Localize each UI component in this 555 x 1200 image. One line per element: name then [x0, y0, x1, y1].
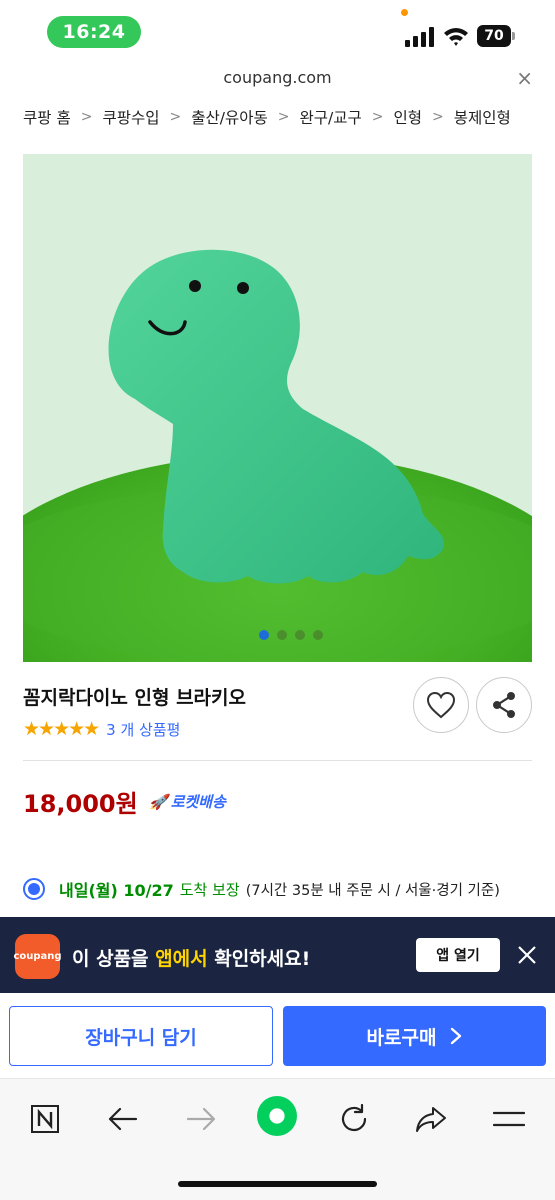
- arrow-right-icon: [186, 1107, 216, 1131]
- carousel-dot[interactable]: [313, 630, 323, 640]
- menu-button[interactable]: [489, 1099, 529, 1139]
- app-banner-text: 이 상품을 앱에서 확인하세요!: [72, 948, 311, 970]
- url-text[interactable]: coupang.com: [0, 68, 555, 87]
- chevron-right-icon: >: [371, 109, 384, 125]
- star-rating-icon: ★★★★★: [23, 718, 100, 740]
- divider: [23, 760, 532, 761]
- carousel-pagination: [259, 630, 323, 640]
- product-price: 18,000원: [23, 790, 138, 818]
- green-dot-icon: [257, 1096, 297, 1136]
- buy-now-button[interactable]: 바로구매: [283, 1006, 546, 1066]
- share-icon: [493, 692, 515, 718]
- breadcrumb-item[interactable]: 완구/교구: [300, 106, 362, 128]
- forward-button[interactable]: [181, 1099, 221, 1139]
- open-app-button[interactable]: 앱 열기: [416, 938, 500, 972]
- delivery-date: 내일(월) 10/27: [59, 881, 174, 900]
- share-arrow-icon: [416, 1107, 446, 1132]
- breadcrumb-item[interactable]: 쿠팡수입: [102, 106, 159, 128]
- breadcrumb-item[interactable]: 봉제인형: [454, 106, 511, 128]
- wishlist-button[interactable]: [413, 677, 469, 733]
- back-button[interactable]: [103, 1099, 143, 1139]
- share-page-button[interactable]: [411, 1099, 451, 1139]
- chevron-right-icon: >: [169, 109, 182, 125]
- delivery-option[interactable]: 내일(월) 10/27 도착 보장 (7시간 35분 내 주문 시 / 서울·경…: [23, 877, 500, 901]
- chevron-right-icon: >: [432, 109, 444, 125]
- privacy-indicator-dot: [401, 9, 408, 16]
- home-indicator[interactable]: [178, 1181, 377, 1187]
- status-time: 16:24: [47, 16, 141, 48]
- naver-icon: [31, 1105, 59, 1133]
- delivery-note: (7시간 35분 내 주문 시 / 서울·경기 기준): [245, 882, 500, 899]
- heart-icon: [426, 691, 456, 719]
- chevron-right-icon: [451, 1027, 462, 1045]
- breadcrumb: 쿠팡 홈 > 쿠팡수입 > 출산/유아동 > 완구/교구 > 인형 > 봉제인형: [23, 104, 511, 130]
- refresh-icon: [341, 1104, 367, 1132]
- close-icon[interactable]: ×: [516, 66, 533, 90]
- browser-url-bar[interactable]: coupang.com ×: [0, 62, 555, 96]
- rocket-delivery-label: 로켓배송: [170, 793, 226, 811]
- coupang-logo: coupang: [13, 934, 62, 979]
- carousel-dot[interactable]: [259, 630, 269, 640]
- share-button[interactable]: [476, 677, 532, 733]
- delivery-radio[interactable]: [23, 878, 45, 900]
- product-photo: [23, 154, 532, 662]
- battery-level: 70: [477, 25, 511, 47]
- battery-indicator: 70: [477, 25, 515, 47]
- rocket-icon: 🚀: [149, 792, 168, 811]
- menu-icon: [493, 1111, 525, 1127]
- carousel-dot[interactable]: [295, 630, 305, 640]
- close-icon[interactable]: [515, 943, 539, 967]
- chevron-right-icon: >: [277, 109, 290, 125]
- chevron-right-icon: >: [80, 109, 93, 125]
- arrow-left-icon: [108, 1107, 138, 1131]
- cellular-signal-icon: [405, 27, 434, 47]
- carousel-dot[interactable]: [277, 630, 287, 640]
- naver-home-button[interactable]: [25, 1099, 65, 1139]
- refresh-button[interactable]: [334, 1099, 374, 1139]
- breadcrumb-item[interactable]: 쿠팡 홈: [23, 106, 71, 128]
- wifi-icon: [444, 28, 468, 46]
- delivery-guarantee: 도착 보장: [179, 880, 240, 899]
- product-image-carousel[interactable]: [23, 154, 532, 662]
- product-title: 꼼지락다이노 인형 브라키오: [23, 687, 246, 709]
- green-dot-button[interactable]: [257, 1096, 297, 1136]
- app-install-banner: coupang 이 상품을 앱에서 확인하세요! 앱 열기: [0, 917, 555, 993]
- review-count-link[interactable]: 3 개 상품평: [106, 719, 180, 740]
- status-bar: 16:24 70: [0, 0, 555, 62]
- buy-now-label: 바로구매: [366, 1026, 437, 1049]
- breadcrumb-item[interactable]: 인형: [394, 106, 423, 128]
- rating-row[interactable]: ★★★★★ 3 개 상품평: [23, 718, 180, 740]
- add-to-cart-button[interactable]: 장바구니 담기: [9, 1006, 273, 1066]
- breadcrumb-item[interactable]: 출산/유아동: [191, 106, 268, 128]
- rocket-delivery-badge: 🚀 로켓배송: [149, 791, 226, 812]
